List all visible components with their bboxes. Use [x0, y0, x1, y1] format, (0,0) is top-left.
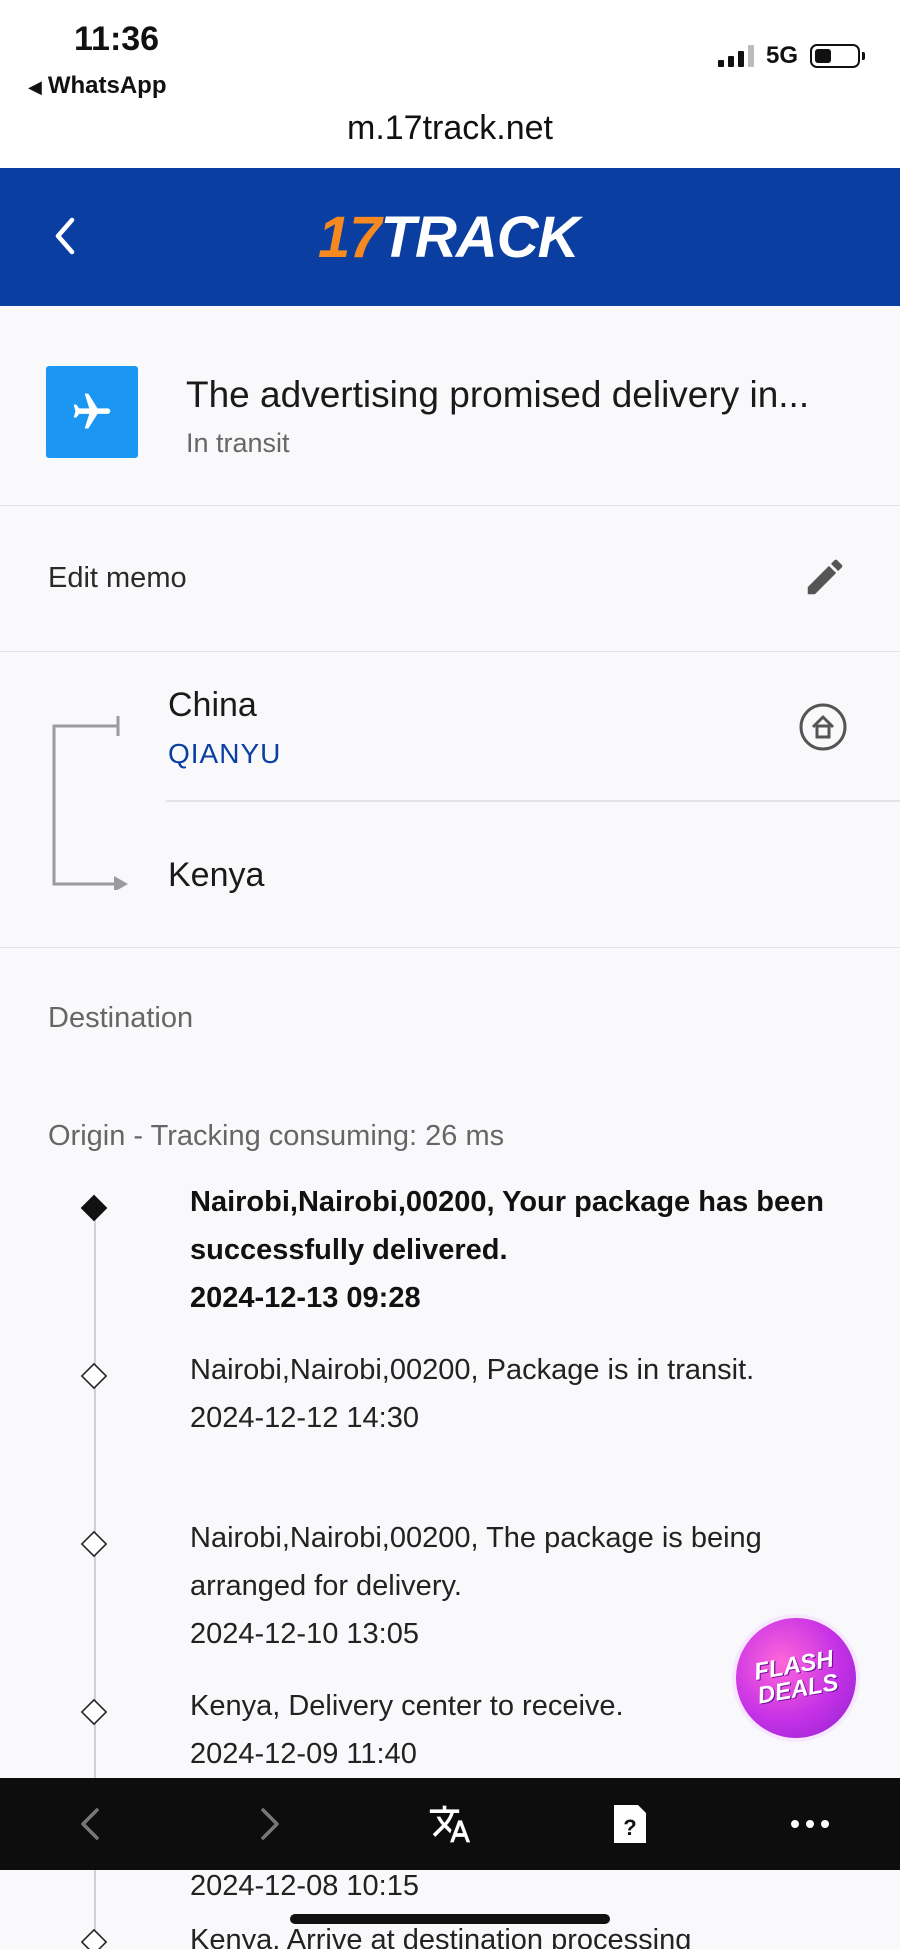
- chevron-left-icon[interactable]: [50, 212, 78, 269]
- logo-text: TRACK: [380, 205, 580, 270]
- route-divider: [166, 800, 900, 802]
- logo: 17TRACK: [318, 204, 579, 271]
- event-text: Nairobi,Nairobi,00200, Your package has …: [190, 1178, 830, 1322]
- event-diamond-icon: [80, 1928, 108, 1949]
- event-text: Nairobi,Nairobi,00200, The package is be…: [190, 1514, 830, 1658]
- event-description: Nairobi,Nairobi,00200, The package is be…: [190, 1522, 762, 1602]
- home-circle-icon[interactable]: [798, 702, 848, 757]
- event-description: Nairobi,Nairobi,00200, Package is in tra…: [190, 1354, 755, 1386]
- edit-memo-label: Edit memo: [48, 562, 187, 594]
- svg-text:?: ?: [623, 1815, 636, 1840]
- airplane-icon: [46, 366, 138, 458]
- help-icon[interactable]: ?: [600, 1798, 660, 1850]
- timeline-continued: 2024-12-08 10:15 Kenya, Arrive at destin…: [0, 1870, 900, 1949]
- browser-toolbar: ?: [0, 1778, 900, 1870]
- event-diamond-icon: [80, 1362, 108, 1390]
- event-date: 2024-12-12 14:30: [190, 1402, 419, 1434]
- network-type: 5G: [765, 42, 798, 69]
- carrier-name[interactable]: QIANYU: [168, 738, 281, 770]
- battery-level: [815, 49, 831, 63]
- back-triangle-icon: ◀: [28, 77, 42, 97]
- package-status: In transit: [186, 428, 290, 458]
- home-indicator[interactable]: [290, 1914, 610, 1924]
- event-text: Kenya, Delivery center to receive. 2024-…: [190, 1682, 830, 1778]
- battery-icon: [810, 44, 865, 68]
- url-bar[interactable]: m.17track.net: [0, 100, 900, 168]
- more-icon[interactable]: [780, 1798, 840, 1850]
- translate-icon[interactable]: [420, 1798, 480, 1850]
- destination-country: Kenya: [168, 856, 265, 894]
- logo-number: 17: [318, 205, 382, 270]
- route-section: China QIANYU Kenya: [0, 652, 900, 948]
- origin-label: Origin - Tracking consuming: 26 ms: [48, 1120, 505, 1152]
- package-summary: The advertising promised delivery in... …: [0, 322, 900, 506]
- origin-country: China: [168, 686, 257, 724]
- event-date: 2024-12-08 10:15: [190, 1870, 419, 1902]
- event-diamond-icon: [80, 1698, 108, 1726]
- status-time: 11:36: [74, 20, 160, 58]
- event-diamond-filled-icon: [80, 1194, 108, 1222]
- edit-memo-row[interactable]: Edit memo: [0, 506, 900, 652]
- package-title: The advertising promised delivery in...: [186, 374, 810, 415]
- route-connector-icon: [50, 710, 130, 895]
- pencil-icon[interactable]: [802, 554, 848, 605]
- event-description: Kenya, Arrive at destination processing: [190, 1924, 692, 1949]
- event-date: 2024-12-09 11:40: [190, 1738, 417, 1770]
- back-icon[interactable]: [60, 1798, 120, 1850]
- back-to-app-link[interactable]: ◀ WhatsApp: [28, 72, 167, 100]
- back-app-label: WhatsApp: [47, 72, 167, 99]
- event-description: Nairobi,Nairobi,00200, Your package has …: [190, 1186, 824, 1266]
- signal-icon: [717, 45, 754, 67]
- destination-label: Destination: [48, 1002, 194, 1034]
- event-text: Nairobi,Nairobi,00200, Package is in tra…: [190, 1346, 830, 1442]
- event-date: 2024-12-10 13:05: [190, 1618, 419, 1650]
- app-header: 17TRACK: [0, 168, 900, 306]
- event-diamond-icon: [80, 1530, 108, 1558]
- status-bar: 11:36 ◀ WhatsApp 5G: [0, 0, 900, 108]
- status-indicators: 5G: [717, 42, 865, 70]
- event-description: Kenya, Delivery center to receive.: [190, 1690, 624, 1722]
- forward-icon[interactable]: [240, 1798, 300, 1850]
- event-date: 2024-12-13 09:28: [190, 1282, 421, 1314]
